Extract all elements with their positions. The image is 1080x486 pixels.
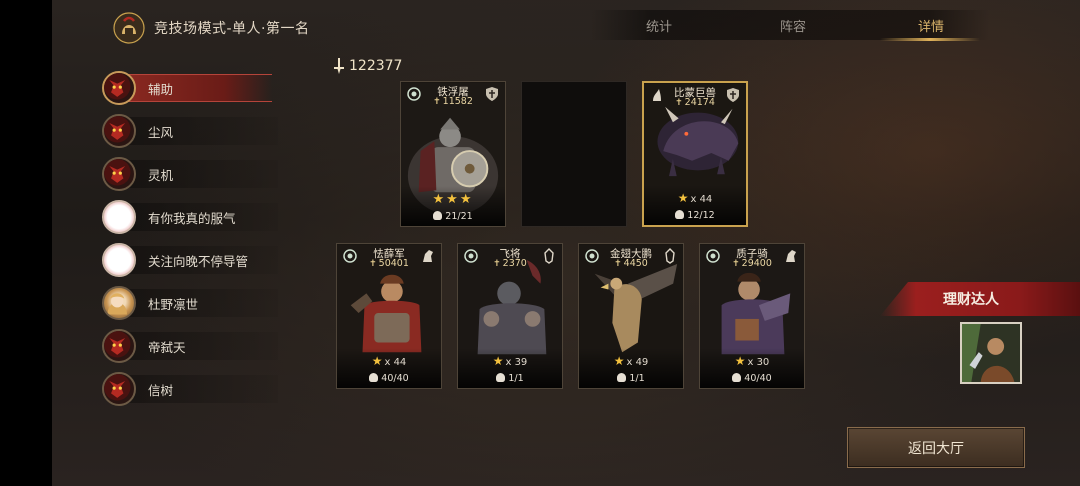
total-power-value: 122377: [349, 58, 403, 74]
troop-count-value: 1/1: [629, 373, 645, 384]
header: 竞技场模式-单人·第一名: [112, 12, 310, 44]
tab-bar: 统计 阵容 详情: [590, 10, 990, 40]
sidebar-item-player[interactable]: 尘风: [102, 113, 278, 149]
unit-power: 29400: [700, 258, 804, 269]
star-icon: ★: [677, 191, 689, 205]
sidebar-item-label: 杜野凛世: [148, 296, 199, 312]
demon-mask-icon: [102, 71, 136, 105]
player-avatar[interactable]: [960, 322, 1022, 384]
spartan-helmet-icon: [113, 12, 145, 44]
sidebar-item-player[interactable]: 辅助: [102, 70, 278, 106]
blank-avatar: [102, 200, 136, 234]
unit-card[interactable]: 质子骑 29400 ★x 30 40/40: [699, 243, 805, 389]
sidebar-item-player[interactable]: 关注向晚不停导管: [102, 242, 278, 278]
unit-card[interactable]: 比蒙巨兽 24174 ★x 44 12/12: [642, 81, 748, 227]
troop-count: 40/40: [700, 373, 804, 384]
unit-card[interactable]: 飞将 2370 ★x 39 1/1: [457, 243, 563, 389]
troop-count: 12/12: [644, 210, 746, 221]
star-icon: ★: [492, 354, 504, 368]
sidebar-item-label: 关注向晚不停导管: [148, 253, 249, 269]
row-background: [118, 160, 278, 188]
player-portrait: [962, 324, 1020, 382]
unit-card[interactable]: 怯薛军 50401 ★x 44 40/40: [336, 243, 442, 389]
player-name: 理财达人: [943, 292, 999, 308]
row-background: [118, 117, 278, 145]
unit-power: 4450: [579, 258, 683, 269]
unit-card[interactable]: 金翅大鹏 4450 ★x 49 1/1: [578, 243, 684, 389]
troop-count: 40/40: [337, 373, 441, 384]
sidebar-item-label: 有你我真的服气: [148, 210, 236, 226]
star-icon: ★: [613, 354, 625, 368]
helmet-icon: [369, 373, 379, 382]
troop-count: 1/1: [579, 373, 683, 384]
row-background: [118, 375, 278, 403]
unit-power: 11582: [401, 96, 505, 107]
helmet-icon: [732, 373, 742, 382]
star-count-value: x 39: [505, 357, 528, 368]
troop-count-value: 12/12: [687, 210, 715, 221]
star-count-value: x 44: [384, 357, 407, 368]
unit-power: 24174: [644, 97, 746, 108]
tab-lineup[interactable]: 阵容: [780, 16, 806, 35]
troop-count-value: 21/21: [445, 211, 473, 222]
troop-count: 21/21: [401, 211, 505, 222]
sidebar-item-label: 辅助: [148, 81, 174, 97]
anime-girl-avatar: [102, 286, 136, 320]
sidebar-item-player[interactable]: 帝弑天: [102, 328, 278, 364]
demon-mask-icon: [102, 157, 136, 191]
star-rating: ★★★: [432, 192, 474, 207]
row-background: [118, 332, 278, 360]
star-count: ★ x 49: [579, 354, 683, 368]
tab-details[interactable]: 详情: [918, 16, 944, 35]
demon-mask-icon: [102, 372, 136, 406]
star-icon: ★: [734, 354, 746, 368]
total-power: 122377: [332, 58, 402, 74]
star-count-value: x 30: [747, 357, 770, 368]
demon-mask-icon: [102, 329, 136, 363]
troop-count-value: 40/40: [744, 373, 772, 384]
unit-card[interactable]: 铁浮屠 11582 ★★★ 21/21: [400, 81, 506, 227]
troop-count: 1/1: [458, 373, 562, 384]
star-count-value: x 49: [626, 357, 649, 368]
star-count: ★ x 30: [700, 354, 804, 368]
row-highlight: [112, 74, 272, 102]
sidebar-item-player[interactable]: 有你我真的服气: [102, 199, 278, 235]
star-count: ★ x 44: [337, 354, 441, 368]
sidebar-item-player[interactable]: 杜野凛世: [102, 285, 278, 321]
troop-count-value: 1/1: [508, 373, 524, 384]
troop-count-value: 40/40: [381, 373, 409, 384]
helmet-icon: [675, 210, 685, 219]
back-to-lobby-button[interactable]: 返回大厅: [847, 427, 1025, 468]
helmet-icon: [617, 373, 627, 382]
star-count: ★ x 39: [458, 354, 562, 368]
sidebar-item-player[interactable]: 灵机: [102, 156, 278, 192]
unit-power: 50401: [337, 258, 441, 269]
sidebar-item-label: 帝弑天: [148, 339, 186, 355]
unit-power: 2370: [458, 258, 562, 269]
sidebar-item-player[interactable]: 信树: [102, 371, 278, 407]
demon-mask-icon: [102, 114, 136, 148]
sidebar-item-label: 尘风: [148, 124, 174, 140]
helmet-icon: [496, 373, 506, 382]
screen-bezel: [0, 0, 52, 486]
active-tab-indicator: [880, 38, 980, 41]
blank-avatar: [102, 243, 136, 277]
power-sword-icon: [334, 58, 344, 74]
helmet-icon: [433, 211, 443, 220]
sidebar-item-label: 信树: [148, 382, 174, 398]
star-count-value: x 44: [690, 194, 713, 205]
tab-stats[interactable]: 统计: [646, 16, 672, 35]
sidebar-item-label: 灵机: [148, 167, 174, 183]
back-to-lobby-label: 返回大厅: [908, 440, 964, 457]
page-title: 竞技场模式-单人·第一名: [154, 21, 310, 37]
star-icon: ★: [371, 354, 383, 368]
empty-unit-slot: [521, 81, 627, 227]
star-count: ★ x 44: [644, 191, 746, 205]
